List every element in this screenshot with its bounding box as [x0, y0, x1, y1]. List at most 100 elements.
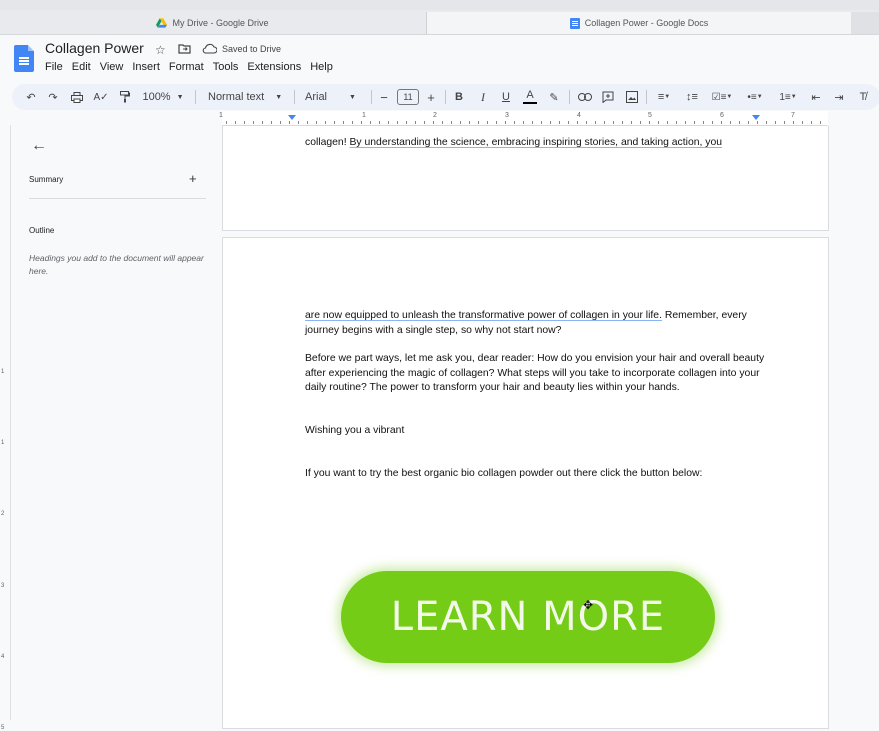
print-icon[interactable] [70, 88, 84, 106]
font-value: Arial [305, 91, 328, 103]
add-comment-icon[interactable] [601, 88, 615, 106]
toolbar-divider [195, 90, 196, 104]
checklist-icon[interactable]: ☑≡ ▼ [709, 88, 735, 106]
decrease-font-size-icon[interactable]: − [378, 88, 390, 106]
chevron-down-icon: ▼ [176, 93, 184, 101]
ruler-tick [289, 121, 290, 124]
ruler-number: 1 [219, 112, 223, 119]
underline-button[interactable]: U [499, 88, 513, 106]
menu-format[interactable]: Format [169, 61, 204, 73]
insert-image-icon[interactable] [625, 88, 639, 106]
decrease-indent-icon[interactable]: ⇤ [809, 88, 823, 106]
redo-icon[interactable]: ↷ [46, 88, 60, 106]
tab-overflow[interactable] [851, 12, 879, 34]
menu-file[interactable]: File [45, 61, 63, 73]
ruler-tick [316, 121, 317, 124]
ruler-tick [424, 121, 425, 124]
learn-more-button-image[interactable]: LEARN MORE [341, 571, 715, 663]
ruler-tick [487, 121, 488, 124]
ruler-tick [568, 121, 569, 124]
ruler-tick [307, 121, 308, 124]
ruler-tick [514, 121, 515, 124]
ruler-number: 3 [1, 583, 5, 589]
ruler-tick [640, 121, 641, 124]
increase-indent-icon[interactable]: ⇥ [832, 88, 846, 106]
ruler-tick [370, 121, 371, 124]
outline-heading: Outline [29, 226, 55, 235]
close-outline-arrow-icon[interactable]: ← [31, 137, 47, 155]
menu-help[interactable]: Help [310, 61, 333, 73]
save-status: Saved to Drive [222, 44, 282, 54]
italic-button[interactable]: I [476, 88, 490, 106]
bold-button[interactable]: B [452, 88, 466, 106]
paragraph[interactable]: are now equipped to unleash the transfor… [305, 309, 775, 338]
bulleted-list-icon[interactable]: •≡ ▼ [742, 88, 768, 106]
ruler-tick [325, 121, 326, 124]
menu-insert[interactable]: Insert [132, 61, 160, 73]
doc-title[interactable]: Collagen Power [45, 40, 144, 56]
font-size-input[interactable]: 11 [397, 89, 419, 105]
right-indent-marker[interactable] [752, 115, 760, 120]
paragraph[interactable]: Wishing you a vibrant [305, 424, 775, 439]
undo-icon[interactable]: ↶ [24, 88, 38, 106]
summary-heading: Summary [29, 175, 64, 184]
text-color-button[interactable]: A [523, 88, 537, 104]
align-left-icon[interactable]: ≡ ▼ [654, 88, 674, 106]
docs-logo-icon[interactable] [14, 45, 34, 72]
menu-view[interactable]: View [100, 61, 124, 73]
clear-formatting-icon[interactable]: T̸ [856, 88, 870, 106]
left-indent-marker[interactable] [288, 115, 296, 120]
menu-edit[interactable]: Edit [72, 61, 91, 73]
document-page[interactable]: are now equipped to unleash the transfor… [222, 237, 829, 729]
toolbar-divider [646, 90, 647, 104]
zoom-select[interactable]: 100% ▼ [142, 88, 184, 106]
ruler-tick [667, 121, 668, 124]
ruler-number: 5 [1, 725, 5, 731]
move-folder-icon[interactable] [178, 43, 191, 57]
spellcheck-icon[interactable]: A✓ [93, 88, 108, 106]
ruler-tick [820, 121, 821, 124]
ruler-tick [775, 121, 776, 124]
document-canvas: collagen! By understanding the science, … [211, 126, 879, 729]
menu-extensions[interactable]: Extensions [247, 61, 301, 73]
ruler-tick [343, 121, 344, 124]
summary-divider [29, 198, 206, 199]
paragraph[interactable]: Before we part ways, let me ask you, dea… [305, 352, 775, 396]
ruler-tick [757, 121, 758, 124]
menu-tools[interactable]: Tools [213, 61, 239, 73]
google-docs-icon [569, 17, 580, 29]
ruler-tick [784, 121, 785, 124]
ruler-number: 4 [577, 112, 581, 119]
increase-font-size-icon[interactable]: + [425, 88, 437, 106]
cloud-saved-icon[interactable] [202, 43, 218, 57]
line-spacing-icon[interactable]: ↕≡ [684, 88, 700, 106]
paint-format-icon[interactable] [118, 88, 132, 106]
ruler-tick [361, 121, 362, 124]
star-icon[interactable]: ☆ [155, 43, 166, 57]
ruler-number: 2 [1, 511, 5, 517]
ruler-tick [352, 121, 353, 124]
numbered-list-icon[interactable]: 1≡ ▼ [775, 88, 801, 106]
add-summary-button[interactable]: + [189, 171, 197, 186]
paragraph[interactable]: If you want to try the best organic bio … [305, 467, 775, 482]
ruler-number: 7 [791, 112, 795, 119]
insert-link-icon[interactable] [577, 88, 593, 106]
font-select[interactable]: Arial ▼ [305, 88, 363, 106]
toolbar-divider [445, 90, 446, 104]
ruler-tick [397, 121, 398, 124]
highlight-pen-icon[interactable]: ✎ [547, 88, 561, 106]
tab-my-drive[interactable]: My Drive - Google Drive [0, 12, 425, 34]
ruler-tick [478, 121, 479, 124]
ruler-number: 1 [362, 112, 366, 119]
ruler-tick [811, 121, 812, 124]
zoom-value: 100% [142, 91, 171, 103]
ruler-tick [442, 121, 443, 124]
style-select[interactable]: Normal text ▼ [208, 88, 286, 106]
document-page[interactable]: collagen! By understanding the science, … [222, 126, 829, 231]
paragraph[interactable]: collagen! By understanding the science, … [305, 136, 775, 151]
ruler-track [222, 111, 828, 126]
tab-collagen-power[interactable]: Collagen Power - Google Docs [426, 12, 852, 34]
suggested-text-run: By understanding the science, embracing … [349, 137, 723, 148]
ruler-tick [730, 121, 731, 124]
ruler-number: 1 [1, 440, 5, 446]
